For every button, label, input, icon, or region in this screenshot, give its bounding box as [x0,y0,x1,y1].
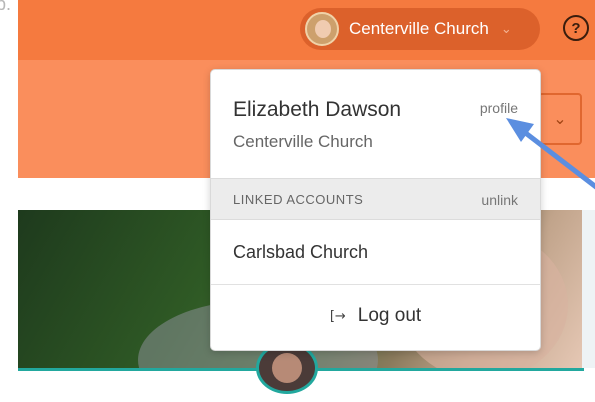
annotation-arrow [506,118,595,190]
arrow-shaft [520,128,595,190]
